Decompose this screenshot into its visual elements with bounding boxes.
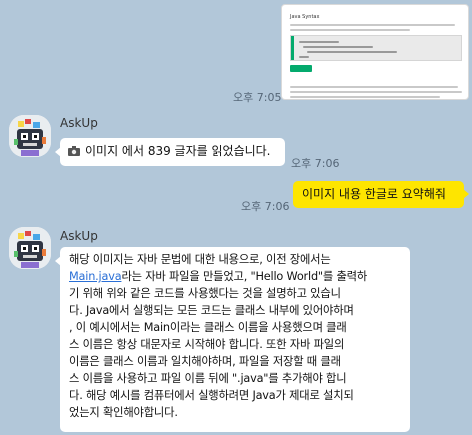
bot-message-bubble[interactable]: 이미지 에서 839 글자를 읽었습니다. xyxy=(55,138,285,166)
message-line: 다. 해당 예시를 컴퓨터에서 실행하려면 Java가 제대로 설치되 xyxy=(69,389,354,402)
text-line xyxy=(290,86,458,88)
message-line: 었는지 확인해야합니다. xyxy=(69,406,178,419)
message-line: 다. Java에서 실행되는 모든 코드는 클래스 내부에 있어야하며 xyxy=(69,304,354,317)
sender-name: AskUp xyxy=(60,116,98,130)
message-line: 스 이름은 항상 대문자로 시작해야 합니다. 또한 자바 파일의 xyxy=(69,338,345,351)
text-line xyxy=(290,91,462,93)
text-line xyxy=(290,96,440,98)
avatar[interactable] xyxy=(9,227,51,269)
text-line xyxy=(290,24,455,26)
shared-image[interactable]: Java Syntax xyxy=(281,4,469,100)
message-time: 오후 7:05 xyxy=(233,91,282,104)
message-line: , 이 예시에서는 Main이라는 클래스 이름을 사용했으며 클래 xyxy=(69,321,347,334)
message-text: 이미지 내용 한글로 요약해줘 xyxy=(302,187,446,201)
message-time: 오후 7:06 xyxy=(241,200,290,213)
message-line: 이름은 클래스 이름과 일치해야하며, 파일을 저장할 때 클래 xyxy=(69,355,341,368)
shared-image-title: Java Syntax xyxy=(290,14,320,20)
robot-avatar-icon xyxy=(9,115,51,157)
message-line: 기 위해 위와 같은 코드를 사용했다는 것을 설명하고 있습니 xyxy=(69,287,341,300)
message-time: 오후 7:06 xyxy=(291,157,340,170)
text-line xyxy=(290,29,410,31)
sender-name: AskUp xyxy=(60,229,98,243)
message-text: 이미지 에서 839 글자를 읽었습니다. xyxy=(85,144,271,158)
bot-message-bubble[interactable]: 해당 이미지는 자바 문법에 대한 내용으로, 이전 장에서는 Main.jav… xyxy=(55,247,410,432)
robot-avatar-icon xyxy=(9,227,51,269)
message-line: 해당 이미지는 자바 문법에 대한 내용으로, 이전 장에서는 xyxy=(69,253,331,266)
my-message-bubble[interactable]: 이미지 내용 한글로 요약해줘 xyxy=(293,181,469,208)
file-link[interactable]: Main.java xyxy=(69,270,122,283)
message-line: Main.java라는 자바 파일을 만들었고, "Hello World"를 … xyxy=(69,270,368,283)
camera-icon xyxy=(68,146,80,156)
avatar[interactable] xyxy=(9,115,51,157)
try-it-button-thumb xyxy=(290,65,312,72)
code-block xyxy=(290,35,462,61)
message-line: 스 이름을 사용하고 파일 이름 뒤에 ".java"를 추가해야 합니 xyxy=(69,372,347,385)
